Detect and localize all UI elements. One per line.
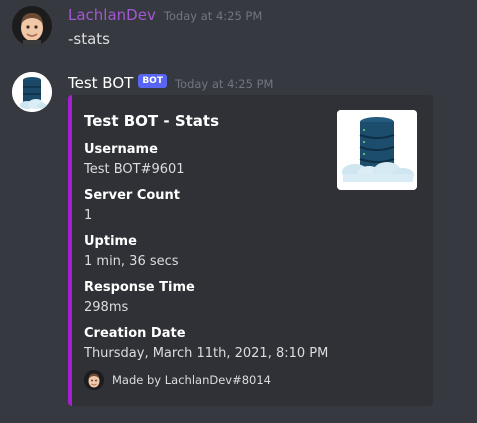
memoji-avatar-icon [12, 6, 52, 46]
field-value: 1 min, 36 secs [84, 254, 179, 269]
field-value: 298ms [84, 300, 129, 315]
field-name: Server Count [84, 188, 181, 203]
field-name: Response Time [84, 280, 195, 295]
message-timestamp: Today at 4:25 PM [174, 77, 274, 91]
field-name: Uptime [84, 234, 137, 249]
field-value: Test BOT#9601 [84, 162, 185, 177]
footer-avatar [84, 370, 104, 390]
embed-title: Test BOT - Stats [84, 112, 220, 130]
message-timestamp: Today at 4:25 PM [163, 9, 263, 23]
field-value: 1 [84, 208, 93, 223]
chat-view: LachlanDev Today at 4:25 PM -stats Test … [0, 0, 477, 423]
embed-footer: Made by LachlanDev#8014 [84, 370, 271, 390]
message-header: LachlanDev Today at 4:25 PM [68, 6, 262, 28]
embed-thumbnail[interactable] [337, 110, 417, 190]
bot-badge: BOT [138, 74, 167, 88]
message-content: -stats [68, 30, 110, 48]
footer-text: Made by LachlanDev#8014 [112, 373, 271, 387]
memoji-avatar-icon [84, 370, 104, 390]
user-avatar[interactable] [12, 6, 52, 46]
embed-field-uptime: Uptime 1 min, 36 secs [84, 233, 179, 271]
message-header: Test BOT BOT Today at 4:25 PM [68, 72, 273, 94]
embed-field-username: Username Test BOT#9601 [84, 141, 185, 179]
server-cloud-icon [337, 110, 417, 190]
author-name[interactable]: Test BOT [68, 74, 133, 92]
field-name: Creation Date [84, 326, 186, 341]
server-cloud-icon [12, 72, 52, 112]
embed-accent-bar [68, 95, 72, 406]
embed-field-creation-date: Creation Date Thursday, March 11th, 2021… [84, 325, 328, 363]
embed-field-response-time: Response Time 298ms [84, 279, 195, 317]
author-name[interactable]: LachlanDev [68, 6, 156, 24]
embed-field-server-count: Server Count 1 [84, 187, 180, 225]
field-name: Username [84, 142, 158, 157]
field-value: Thursday, March 11th, 2021, 8:10 PM [84, 346, 329, 361]
stats-embed: Test BOT - Stats Username Test BOT#9601 … [68, 95, 433, 406]
bot-avatar[interactable] [12, 72, 52, 112]
